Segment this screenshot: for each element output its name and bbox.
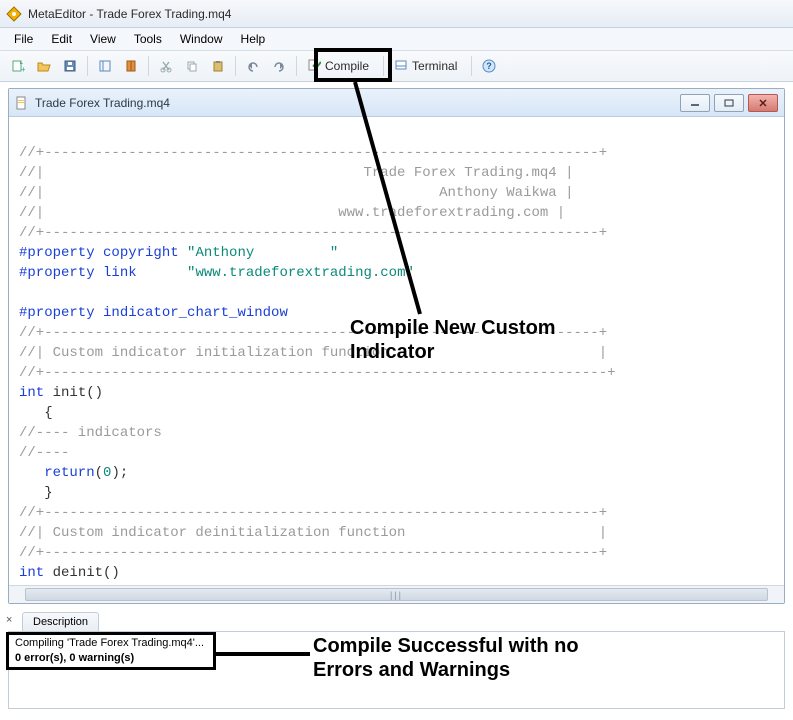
code-line: //+-------------------------------------… (19, 365, 616, 381)
code-kw: int (19, 565, 44, 581)
code-line: //+-------------------------------------… (19, 505, 607, 521)
code-line: //| Trade Forex Trading.mq4 | (19, 165, 574, 181)
paste-button[interactable] (206, 54, 230, 78)
navigator-button[interactable] (93, 54, 117, 78)
code-string: "www.tradeforextrading.com" (187, 265, 414, 281)
code-token: } (19, 485, 53, 501)
terminal-label: Terminal (412, 59, 457, 73)
horizontal-scrollbar[interactable]: ||| (9, 585, 784, 603)
code-token: init() (44, 385, 103, 401)
separator (148, 56, 149, 76)
code-token: copyright (95, 245, 187, 261)
menu-help[interactable]: Help (233, 30, 274, 48)
code-token: indicator_chart_window (95, 305, 288, 321)
menu-tools[interactable]: Tools (126, 30, 170, 48)
code-kw: return (19, 465, 95, 481)
document-title: Trade Forex Trading.mq4 (35, 96, 674, 110)
code-line: //+-------------------------------------… (19, 145, 607, 161)
book-button[interactable] (119, 54, 143, 78)
document-icon (15, 96, 29, 110)
cut-button[interactable] (154, 54, 178, 78)
code-line: //+-------------------------------------… (19, 225, 607, 241)
help-button[interactable]: ? (477, 54, 501, 78)
new-file-button[interactable]: + (6, 54, 30, 78)
redo-button[interactable] (267, 54, 291, 78)
menubar: File Edit View Tools Window Help (0, 28, 793, 50)
separator (296, 56, 297, 76)
compile-button[interactable]: Compile (302, 54, 378, 78)
toolbar: + Compile Terminal ? (0, 50, 793, 82)
save-button[interactable] (58, 54, 82, 78)
code-kw: #property (19, 265, 95, 281)
code-token: link (95, 265, 187, 281)
separator (471, 56, 472, 76)
code-line: //---- indicators (19, 425, 162, 441)
open-button[interactable] (32, 54, 56, 78)
code-kw: int (19, 385, 44, 401)
separator (383, 56, 384, 76)
svg-text:+: + (21, 65, 25, 73)
app-title: MetaEditor - Trade Forex Trading.mq4 (28, 7, 231, 21)
code-line: //| www.tradeforextrading.com | (19, 205, 565, 221)
annotation-text: Compile Successful with no Errors and Wa… (313, 634, 613, 682)
minimize-button[interactable] (680, 94, 710, 112)
code-token: ( (95, 465, 103, 481)
separator (87, 56, 88, 76)
menu-edit[interactable]: Edit (43, 30, 80, 48)
code-line: //+-------------------------------------… (19, 545, 607, 561)
menu-view[interactable]: View (82, 30, 124, 48)
compile-label: Compile (325, 59, 369, 73)
annotation-compile: Compile New Custom Indicator (350, 316, 580, 364)
separator (235, 56, 236, 76)
menu-file[interactable]: File (6, 30, 41, 48)
maximize-button[interactable] (714, 94, 744, 112)
document-titlebar: Trade Forex Trading.mq4 (9, 89, 784, 117)
close-button[interactable] (748, 94, 778, 112)
code-line: //| Custom indicator deinitialization fu… (19, 525, 607, 541)
svg-text:?: ? (487, 61, 493, 71)
annotation-success: Compile Successful with no Errors and Wa… (313, 634, 613, 682)
description-tab[interactable]: Description (22, 612, 99, 631)
code-kw: #property (19, 305, 95, 321)
terminal-button[interactable]: Terminal (389, 54, 466, 78)
code-line: //| Anthony Waikwa | (19, 185, 574, 201)
code-token: { (19, 405, 53, 421)
code-string: "Anthony " (187, 245, 338, 261)
code-token: deinit() (44, 565, 120, 581)
undo-button[interactable] (241, 54, 265, 78)
code-kw: #property (19, 245, 95, 261)
code-line: //---- (19, 445, 69, 461)
code-token: ); (111, 465, 128, 481)
compile-icon (307, 58, 321, 75)
app-titlebar: MetaEditor - Trade Forex Trading.mq4 (0, 0, 793, 28)
copy-button[interactable] (180, 54, 204, 78)
terminal-icon (394, 58, 408, 75)
menu-window[interactable]: Window (172, 30, 231, 48)
panel-close-icon[interactable]: × (6, 614, 18, 626)
scrollbar-thumb[interactable]: ||| (25, 588, 768, 601)
app-icon (6, 6, 22, 22)
annotation-text: Compile New Custom Indicator (350, 316, 580, 364)
